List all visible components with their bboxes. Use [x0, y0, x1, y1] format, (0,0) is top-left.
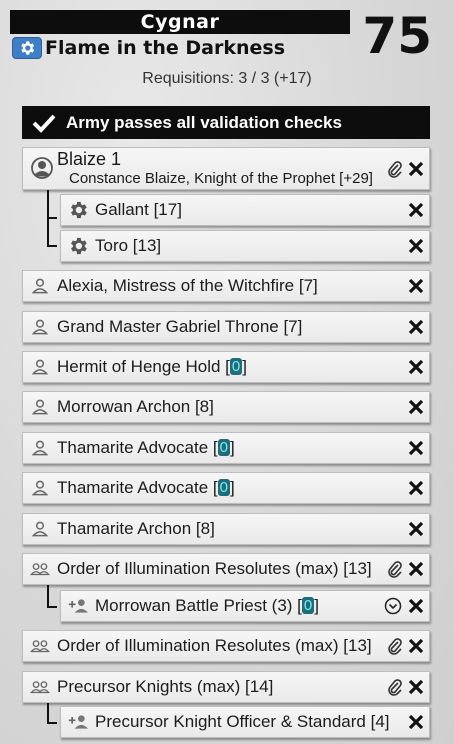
label-text: Precursor Knight Officer & Standard [4] [95, 712, 390, 731]
unit-card[interactable]: Order of Illumination Resolutes (max) [1… [22, 553, 430, 585]
person-icon [27, 357, 53, 377]
remove-close-icon[interactable] [407, 713, 425, 731]
solo-label: Thamarite Advocate [0] [57, 438, 235, 458]
label-text: Thamarite Advocate [ [57, 478, 218, 497]
solo-card[interactable]: Thamarite Advocate [0] [22, 472, 430, 504]
gear-icon [65, 199, 91, 221]
solo-label: Morrowan Archon [8] [57, 397, 214, 417]
solo-card[interactable]: Hermit of Henge Hold [0] [22, 351, 430, 383]
checkmark-icon [32, 113, 56, 133]
attachment-card[interactable]: Morrowan Battle Priest (3) [0] [60, 590, 430, 622]
solo-label: Thamarite Archon [8] [57, 519, 215, 539]
person-icon [27, 478, 53, 498]
label-suffix: ] [229, 478, 235, 497]
label-suffix: ] [314, 596, 319, 615]
warjack-label: Toro [13] [95, 236, 162, 255]
remove-close-icon[interactable] [407, 637, 425, 655]
group-icon [27, 559, 53, 579]
person-icon [27, 438, 53, 458]
attach-paperclip-icon[interactable] [387, 678, 403, 696]
solo-card[interactable]: Alexia, Mistress of the Witchfire [7] [22, 270, 430, 302]
free-points-badge: 0 [229, 358, 243, 375]
solo-label: Grand Master Gabriel Throne [7] [57, 317, 302, 337]
tree-connector [47, 722, 57, 724]
army-points-total: 75 [362, 7, 432, 65]
attachment-label: Precursor Knight Officer & Standard [4] [95, 712, 390, 732]
remove-close-icon[interactable] [407, 237, 425, 255]
label-text: Morrowan Archon [8] [57, 397, 214, 416]
label-text: Thamarite Archon [8] [57, 519, 215, 538]
label-text: Morrowan Battle Priest (3) [ [95, 596, 302, 615]
person-icon [27, 276, 53, 296]
person-icon [27, 519, 53, 539]
label-text: Grand Master Gabriel Throne [7] [57, 317, 303, 336]
tree-connector [47, 245, 57, 247]
remove-close-icon[interactable] [407, 597, 425, 615]
remove-warcaster-close-icon[interactable] [407, 160, 425, 178]
attach-paperclip-icon[interactable] [387, 160, 403, 178]
group-icon [27, 677, 53, 697]
warcaster-full-name: Constance Blaize, Knight of the Prophet … [69, 170, 373, 187]
remove-close-icon[interactable] [407, 398, 425, 416]
warcaster-name: Blaize 1 [57, 149, 122, 169]
warjack-card[interactable]: Toro [13] [60, 230, 430, 262]
add-person-icon [65, 596, 91, 616]
warjack-label: Gallant [17] [95, 200, 182, 219]
warjack-card[interactable]: Gallant [17] [60, 194, 430, 226]
remove-close-icon[interactable] [407, 479, 425, 497]
remove-close-icon[interactable] [407, 277, 425, 295]
attachment-card[interactable]: Precursor Knight Officer & Standard [4] [60, 706, 430, 738]
person-icon [27, 397, 53, 417]
remove-close-icon[interactable] [407, 560, 425, 578]
remove-close-icon[interactable] [407, 678, 425, 696]
validation-message: Army passes all validation checks [66, 112, 342, 132]
person-icon [27, 317, 53, 337]
expand-chevron-down-icon[interactable] [383, 596, 403, 616]
solo-card[interactable]: Thamarite Archon [8] [22, 513, 430, 545]
unit-label: Order of Illumination Resolutes (max) [1… [57, 559, 372, 578]
attachment-label: Morrowan Battle Priest (3) [0] [95, 596, 319, 616]
unit-card[interactable]: Order of Illumination Resolutes (max) [1… [22, 630, 430, 662]
gear-icon [21, 41, 35, 55]
free-points-badge: 0 [217, 479, 230, 496]
tree-connector [47, 585, 49, 608]
solo-card[interactable]: Thamarite Advocate [0] [22, 432, 430, 464]
solo-label: Hermit of Henge Hold [0] [57, 357, 247, 377]
list-header: Cygnar 75 Flame in the Darkness Requisit… [0, 0, 454, 100]
list-name[interactable]: Flame in the Darkness [45, 36, 285, 60]
requisitions-status: Requisitions: 3 / 3 (+17) [142, 70, 312, 87]
label-text: Thamarite Advocate [ [57, 438, 218, 457]
remove-close-icon[interactable] [407, 201, 425, 219]
tree-connector [47, 606, 57, 608]
remove-close-icon[interactable] [407, 520, 425, 538]
solo-circle-icon [29, 156, 55, 180]
unit-label: Precursor Knights (max) [14] [57, 677, 274, 696]
solo-label: Thamarite Advocate [0] [57, 478, 235, 498]
list-settings-button[interactable] [12, 37, 42, 59]
solo-card[interactable]: Morrowan Archon [8] [22, 391, 430, 423]
tree-connector [47, 217, 57, 219]
label-suffix: ] [229, 438, 235, 457]
label-text: Hermit of Henge Hold [ [57, 357, 230, 376]
remove-close-icon[interactable] [407, 439, 425, 457]
label-text: Alexia, Mistress of the Witchfire [7] [57, 276, 318, 295]
attach-paperclip-icon[interactable] [387, 560, 403, 578]
remove-close-icon[interactable] [407, 318, 425, 336]
faction-title: Cygnar [10, 10, 350, 34]
validation-status-bar: Army passes all validation checks [22, 106, 430, 139]
gear-icon [65, 235, 91, 257]
warcaster-card[interactable]: Blaize 1 Constance Blaize, Knight of the… [22, 147, 430, 190]
add-person-icon [65, 712, 91, 732]
free-points-badge: 0 [301, 597, 315, 614]
unit-label: Order of Illumination Resolutes (max) [1… [57, 636, 372, 655]
free-points-badge: 0 [217, 439, 230, 456]
unit-card[interactable]: Precursor Knights (max) [14] [22, 671, 430, 703]
solo-card[interactable]: Grand Master Gabriel Throne [7] [22, 311, 430, 343]
group-icon [27, 636, 53, 656]
solo-label: Alexia, Mistress of the Witchfire [7] [57, 276, 318, 296]
label-suffix: ] [242, 357, 247, 376]
remove-close-icon[interactable] [407, 358, 425, 376]
tree-connector [47, 703, 49, 724]
attach-paperclip-icon[interactable] [387, 637, 403, 655]
